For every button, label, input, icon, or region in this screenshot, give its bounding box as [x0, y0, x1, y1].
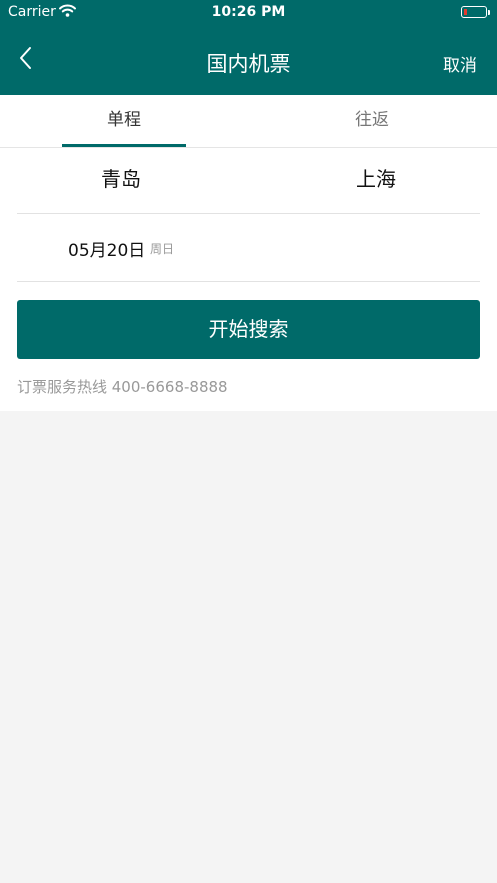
- page-title: 国内机票: [206, 52, 291, 76]
- search-button[interactable]: 开始搜索: [17, 300, 480, 359]
- departure-date: 05月20日: [68, 241, 146, 261]
- city-selector: 青岛 上海: [0, 147, 497, 213]
- divider: [17, 281, 480, 282]
- booking-hotline: 订票服务热线 400-6668-8888: [17, 378, 228, 396]
- battery-level: [464, 9, 467, 15]
- battery-icon: [461, 6, 490, 18]
- tab-one-way[interactable]: 单程: [0, 95, 248, 147]
- navigation-header: Carrier 10:26 PM 国内机票 取消: [0, 0, 497, 95]
- arrival-city[interactable]: 上海: [356, 147, 396, 213]
- status-time: 10:26 PM: [211, 4, 286, 20]
- search-panel: 单程 往返 青岛 上海 05月20日 周日 开始搜索 订票服务热线 400-66…: [0, 95, 497, 411]
- battery-nub: [488, 10, 490, 15]
- status-bar: Carrier 10:26 PM: [0, 0, 497, 26]
- date-selector[interactable]: 05月20日 周日: [0, 214, 497, 281]
- departure-weekday: 周日: [150, 242, 175, 256]
- trip-type-tabs: 单程 往返: [0, 95, 497, 148]
- departure-city[interactable]: 青岛: [101, 147, 141, 213]
- cancel-button[interactable]: 取消: [443, 51, 477, 76]
- tab-round-trip[interactable]: 往返: [248, 95, 496, 147]
